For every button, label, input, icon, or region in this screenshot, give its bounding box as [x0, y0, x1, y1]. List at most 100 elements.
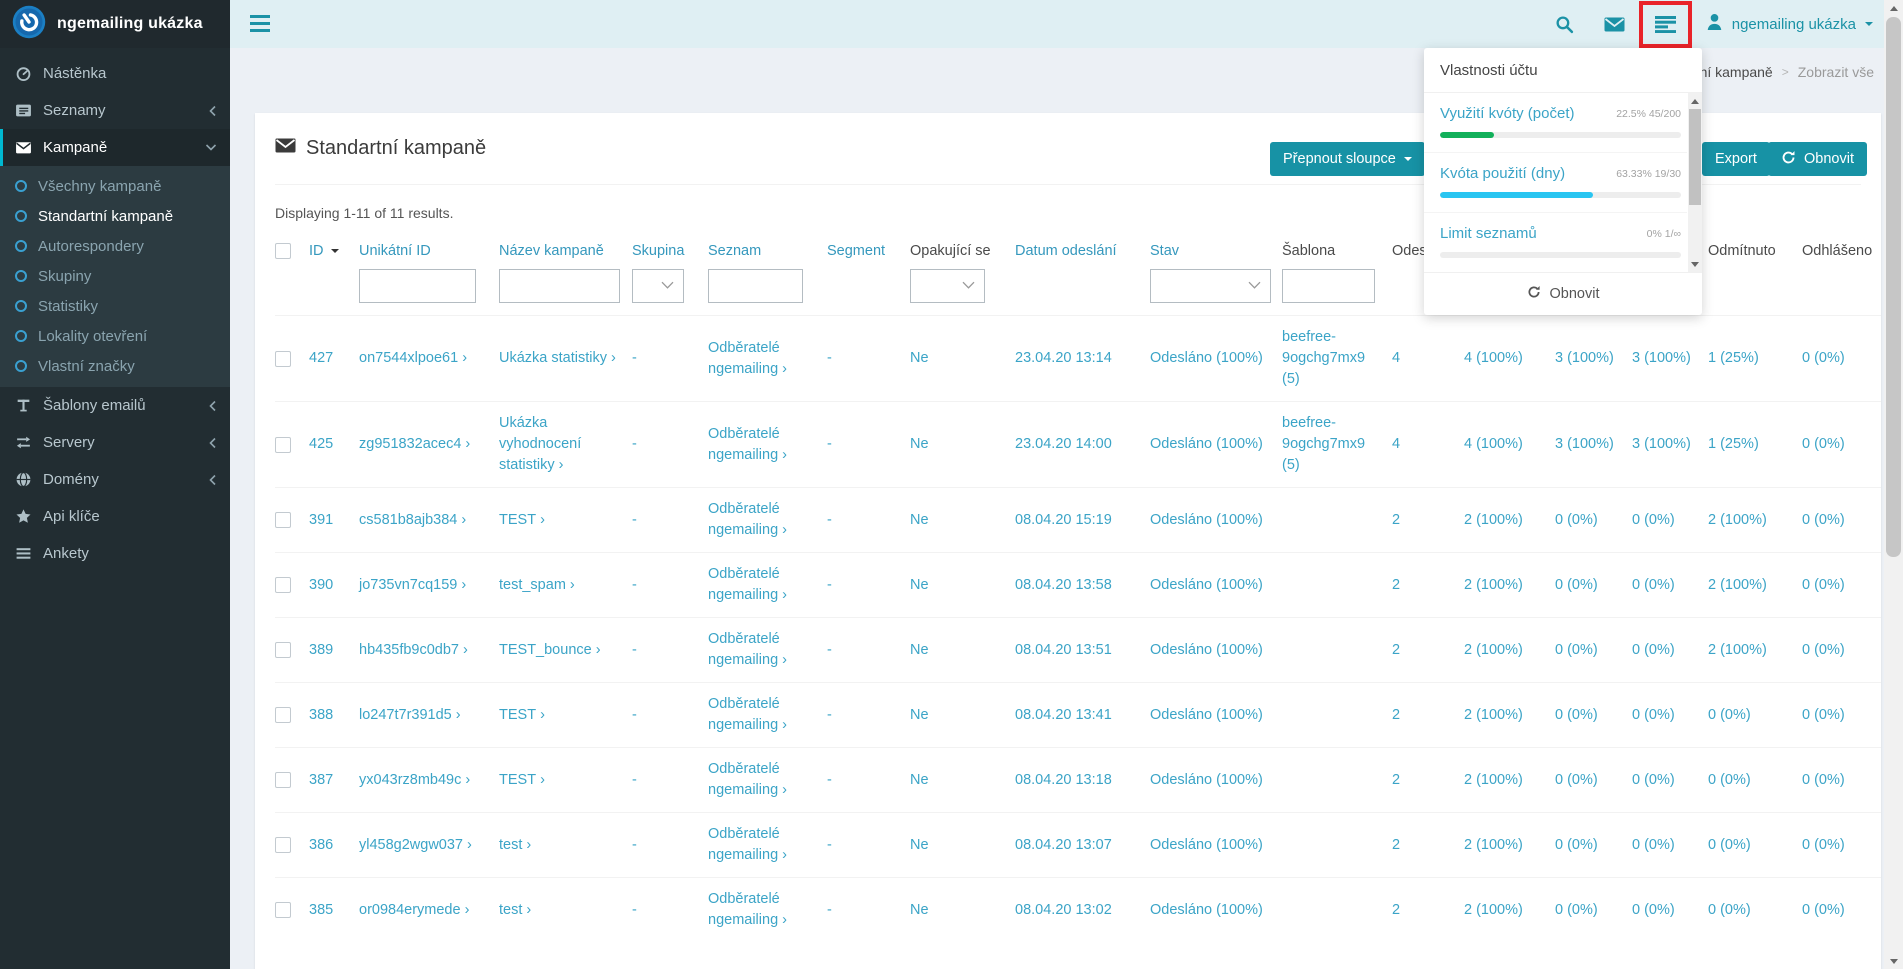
- scroll-up-icon[interactable]: [1884, 0, 1903, 16]
- cell-name[interactable]: TEST›: [499, 488, 632, 553]
- cell-name[interactable]: TEST›: [499, 683, 632, 748]
- row-checkbox[interactable]: [275, 437, 291, 453]
- sidebar-subitem-lokality-otevreni[interactable]: Lokality otevření: [0, 321, 230, 351]
- cell-name[interactable]: TEST_bounce›: [499, 618, 632, 683]
- refresh-button[interactable]: Obnovit: [1768, 142, 1867, 176]
- sidebar-item-kampane[interactable]: Kampaně: [0, 129, 230, 166]
- sidebar-item-nastenka[interactable]: Nástěnka: [0, 55, 230, 92]
- cell-segment: -: [827, 748, 910, 813]
- user-menu[interactable]: ngemailing ukázka: [1706, 13, 1873, 35]
- page-scrollbar[interactable]: [1884, 0, 1903, 969]
- sidebar-subitem-standartni-kampane[interactable]: Standartní kampaně: [0, 201, 230, 231]
- sidebar-subitem-statistiky[interactable]: Statistiky: [0, 291, 230, 321]
- column-header-unique_id[interactable]: Unikátní ID: [359, 235, 499, 267]
- row-checkbox[interactable]: [275, 351, 291, 367]
- row-checkbox[interactable]: [275, 512, 291, 528]
- cell-unique_id[interactable]: cs581b8ajb384›: [359, 488, 499, 553]
- column-header-status[interactable]: Stav: [1150, 235, 1282, 267]
- cell-list[interactable]: Odběratelé ngemailing›: [708, 316, 827, 402]
- cell-list[interactable]: Odběratelé ngemailing›: [708, 683, 827, 748]
- cell-name[interactable]: TEST›: [499, 748, 632, 813]
- filter-cell-sent_at: [1015, 267, 1150, 316]
- cell-clicked: 3 (100%): [1632, 316, 1708, 402]
- hamburger-icon[interactable]: [250, 15, 270, 37]
- row-checkbox[interactable]: [275, 837, 291, 853]
- filter-select-status[interactable]: [1150, 269, 1271, 303]
- chevron-down-icon: [205, 143, 217, 152]
- cell-unique_id[interactable]: yx043rz8mb49c›: [359, 748, 499, 813]
- column-header-segment[interactable]: Segment: [827, 235, 910, 267]
- cell-opened: 3 (100%): [1555, 402, 1632, 488]
- cell-sent: 2: [1392, 813, 1464, 878]
- cell-rejected: 0 (0%): [1708, 683, 1802, 748]
- cell-name[interactable]: Ukázka vyhodnocení statistiky›: [499, 402, 632, 488]
- cell-name[interactable]: Ukázka statistiky›: [499, 316, 632, 402]
- row-checkbox[interactable]: [275, 577, 291, 593]
- panel-scrollbar[interactable]: [1688, 93, 1702, 272]
- sidebar-subitem-autorespondery[interactable]: Autorespondery: [0, 231, 230, 261]
- cell-delivered: 2 (100%): [1464, 618, 1555, 683]
- column-header-name[interactable]: Název kampaně: [499, 235, 632, 267]
- toggle-columns-button[interactable]: Přepnout sloupce: [1270, 142, 1425, 176]
- column-header-sent_at[interactable]: Datum odeslání: [1015, 235, 1150, 267]
- cell-unique_id[interactable]: on7544xlpoe61›: [359, 316, 499, 402]
- sidebar-item-servery[interactable]: Servery: [0, 424, 230, 461]
- cell-sent: 2: [1392, 553, 1464, 618]
- cell-name[interactable]: test_spam›: [499, 553, 632, 618]
- table-row: 390jo735vn7cq159›test_spam›-Odběratelé n…: [275, 553, 1881, 618]
- sidebar-item-label: Api klíče: [43, 508, 100, 525]
- cell-unique_id[interactable]: yl458g2wgw037›: [359, 813, 499, 878]
- cell-unique_id[interactable]: jo735vn7cq159›: [359, 553, 499, 618]
- page-scrollbar-thumb[interactable]: [1886, 17, 1901, 557]
- column-header-list[interactable]: Seznam: [708, 235, 827, 267]
- row-checkbox[interactable]: [275, 902, 291, 918]
- column-header-group[interactable]: Skupina: [632, 235, 708, 267]
- select-all-checkbox[interactable]: [275, 243, 291, 259]
- cell-list[interactable]: Odběratelé ngemailing›: [708, 748, 827, 813]
- panel-scrollbar-thumb[interactable]: [1689, 109, 1701, 205]
- cell-list[interactable]: Odběratelé ngemailing›: [708, 878, 827, 943]
- scroll-down-icon[interactable]: [1688, 256, 1702, 272]
- cell-list[interactable]: Odběratelé ngemailing›: [708, 618, 827, 683]
- cell-list[interactable]: Odběratelé ngemailing›: [708, 813, 827, 878]
- mail-icon[interactable]: [1604, 16, 1625, 33]
- cell-unique_id[interactable]: lo247t7r391d5›: [359, 683, 499, 748]
- row-checkbox[interactable]: [275, 707, 291, 723]
- cell-unique_id[interactable]: hb435fb9c0db7›: [359, 618, 499, 683]
- sidebar-item-sablony-emailu[interactable]: Šablony emailů: [0, 387, 230, 424]
- filter-input-list[interactable]: [708, 269, 803, 303]
- app-logo[interactable]: ngemailing ukázka: [0, 0, 230, 48]
- cell-name[interactable]: test›: [499, 878, 632, 943]
- cell-list[interactable]: Odběratelé ngemailing›: [708, 488, 827, 553]
- quota-progress-bar: [1440, 132, 1681, 138]
- filter-input-unique_id[interactable]: [359, 269, 476, 303]
- scroll-down-icon[interactable]: [1884, 953, 1903, 969]
- sidebar-item-domeny[interactable]: Domény: [0, 461, 230, 498]
- sidebar-item-api-klice[interactable]: Api klíče: [0, 498, 230, 535]
- row-checkbox[interactable]: [275, 772, 291, 788]
- cell-list[interactable]: Odběratelé ngemailing›: [708, 402, 827, 488]
- sidebar-subitem-skupiny[interactable]: Skupiny: [0, 261, 230, 291]
- filter-input-name[interactable]: [499, 269, 620, 303]
- column-header-id[interactable]: ID: [309, 235, 359, 267]
- cell-template: [1282, 878, 1392, 943]
- sidebar-subitem-vsechny-kampane[interactable]: Všechny kampaně: [0, 171, 230, 201]
- filter-input-template[interactable]: [1282, 269, 1375, 303]
- cell-name[interactable]: test›: [499, 813, 632, 878]
- panel-refresh-button[interactable]: Obnovit: [1424, 272, 1702, 315]
- filter-select-group[interactable]: [632, 269, 684, 303]
- cell-unique_id[interactable]: zg951832acec4›: [359, 402, 499, 488]
- export-button[interactable]: Export: [1702, 142, 1770, 176]
- filter-select-repeating[interactable]: [910, 269, 985, 303]
- sidebar-item-ankety[interactable]: Ankety: [0, 535, 230, 572]
- sidebar-item-seznamy[interactable]: Seznamy: [0, 92, 230, 129]
- cell-list[interactable]: Odběratelé ngemailing›: [708, 553, 827, 618]
- cell-unsubscribed: 0 (0%): [1802, 488, 1881, 553]
- search-icon[interactable]: [1555, 15, 1574, 34]
- cell-unsubscribed: 0 (0%): [1802, 553, 1881, 618]
- sidebar-subitem-vlastni-znacky[interactable]: Vlastní značky: [0, 351, 230, 381]
- cell-unique_id[interactable]: or0984erymede›: [359, 878, 499, 943]
- cell-delivered: 2 (100%): [1464, 748, 1555, 813]
- scroll-up-icon[interactable]: [1688, 93, 1702, 109]
- row-checkbox[interactable]: [275, 642, 291, 658]
